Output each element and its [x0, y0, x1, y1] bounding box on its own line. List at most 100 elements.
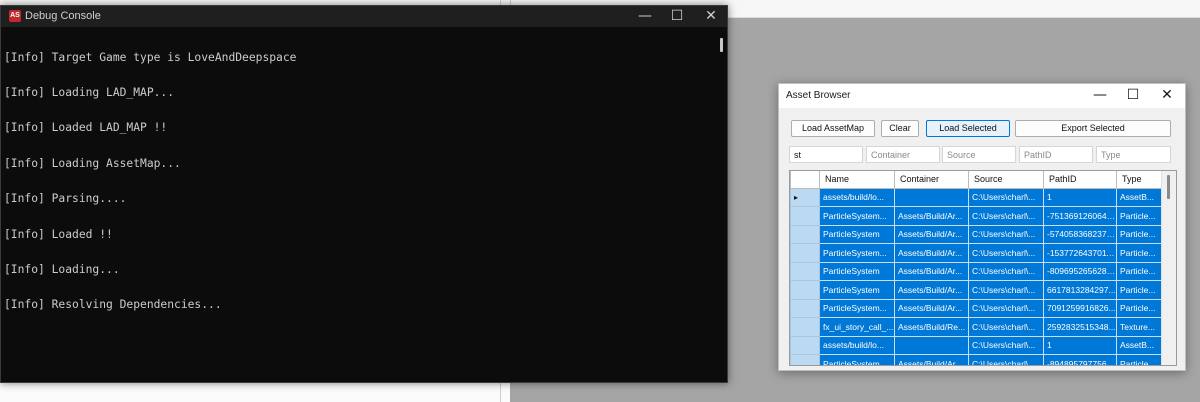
cell-source[interactable]: C:\Users\charl\... — [968, 187, 1044, 207]
pathid-filter-field[interactable] — [1024, 147, 1092, 162]
cell-container[interactable]: Assets/Build/Ar... — [894, 243, 969, 263]
cell-type[interactable]: Particle... — [1116, 224, 1162, 244]
cell-pathid[interactable]: -5740583682373... — [1043, 224, 1117, 244]
row-selector[interactable] — [790, 261, 820, 281]
cell-container[interactable]: Assets/Build/Ar... — [894, 224, 969, 244]
row-selector[interactable] — [790, 317, 820, 337]
column-header-source[interactable]: Source — [968, 171, 1044, 189]
table-row[interactable]: ParticleSystem... Assets/Build/Ar... C:\Us… — [790, 298, 1162, 318]
table-row[interactable]: assets/build/lo... C:\Users\charl\... 1 Ass… — [790, 335, 1162, 355]
container-filter-field[interactable] — [871, 147, 939, 162]
grid-scrollbar[interactable] — [1161, 171, 1176, 365]
cell-pathid[interactable]: -1537726437011... — [1043, 243, 1117, 263]
maximize-button[interactable]: ☐ — [1116, 84, 1150, 108]
maximize-button[interactable]: ☐ — [661, 6, 693, 27]
cell-pathid[interactable]: 7091259916826... — [1043, 298, 1117, 318]
type-filter-input[interactable] — [1096, 146, 1171, 163]
minimize-button[interactable]: — — [1083, 84, 1117, 108]
cell-source[interactable]: C:\Users\charl\... — [968, 261, 1044, 281]
column-header-container[interactable]: Container — [894, 171, 969, 189]
row-selector[interactable] — [790, 243, 820, 263]
cell-source[interactable]: C:\Users\charl\... — [968, 354, 1044, 365]
row-selector[interactable] — [790, 280, 820, 300]
asset-browser-titlebar[interactable]: Asset Browser — ☐ ✕ — [779, 84, 1185, 108]
row-selector[interactable] — [790, 298, 820, 318]
cell-source[interactable]: C:\Users\charl\... — [968, 224, 1044, 244]
row-selector[interactable] — [790, 224, 820, 244]
source-filter-input[interactable] — [942, 146, 1016, 163]
name-filter-value[interactable] — [794, 147, 862, 162]
table-row[interactable]: ParticleSystem Assets/Build/Ar... C:\Users… — [790, 224, 1162, 244]
table-row[interactable]: ParticleSystem... Assets/Build/Ar... C:\Us… — [790, 354, 1162, 365]
column-header-name[interactable]: Name — [819, 171, 895, 189]
cell-name[interactable]: fx_ui_story_call_... — [819, 317, 895, 337]
cell-type[interactable]: AssetB... — [1116, 187, 1162, 207]
table-row[interactable]: ParticleSystem... Assets/Build/Ar... C:\Us… — [790, 243, 1162, 263]
cell-name[interactable]: ParticleSystem... — [819, 206, 895, 226]
cell-name[interactable]: ParticleSystem... — [819, 354, 895, 365]
column-header-pathid[interactable]: PathID — [1043, 171, 1117, 189]
cell-container[interactable]: Assets/Build/Ar... — [894, 206, 969, 226]
cell-source[interactable]: C:\Users\charl\... — [968, 298, 1044, 318]
row-selector[interactable]: ▸ — [790, 187, 820, 207]
cell-container[interactable]: Assets/Build/Ar... — [894, 354, 969, 365]
cell-container[interactable]: Assets/Build/Re... — [894, 317, 969, 337]
cell-source[interactable]: C:\Users\charl\... — [968, 243, 1044, 263]
cell-pathid[interactable]: 1 — [1043, 187, 1117, 207]
cell-pathid[interactable]: -8948957977561... — [1043, 354, 1117, 365]
close-button[interactable]: ✕ — [1150, 84, 1184, 108]
cell-type[interactable]: Particle... — [1116, 261, 1162, 281]
cell-name[interactable]: ParticleSystem... — [819, 243, 895, 263]
load-selected-button[interactable]: Load Selected — [926, 120, 1010, 137]
cell-type[interactable]: AssetB... — [1116, 335, 1162, 355]
cell-container[interactable]: Assets/Build/Ar... — [894, 280, 969, 300]
row-selector[interactable] — [790, 354, 820, 365]
load-assetmap-button[interactable]: Load AssetMap — [791, 120, 875, 137]
export-selected-button[interactable]: Export Selected — [1015, 120, 1171, 137]
table-row[interactable]: fx_ui_story_call_... Assets/Build/Re... C:… — [790, 317, 1162, 337]
cell-pathid[interactable]: 6617813284297... — [1043, 280, 1117, 300]
table-row[interactable]: ▸ assets/build/lo... C:\Users\charl\... 1 As… — [790, 187, 1162, 207]
cell-source[interactable]: C:\Users\charl\... — [968, 335, 1044, 355]
cell-name[interactable]: ParticleSystem — [819, 224, 895, 244]
table-row[interactable]: ParticleSystem Assets/Build/Ar... C:\Users… — [790, 280, 1162, 300]
type-filter-field[interactable] — [1101, 147, 1170, 162]
pathid-filter-input[interactable] — [1019, 146, 1093, 163]
cell-type[interactable]: Texture... — [1116, 317, 1162, 337]
cell-name[interactable]: ParticleSystem — [819, 261, 895, 281]
source-filter-field[interactable] — [947, 147, 1015, 162]
clear-button[interactable]: Clear — [881, 120, 919, 137]
cell-type[interactable]: Particle... — [1116, 354, 1162, 365]
console-titlebar[interactable]: AS Debug Console — ☐ ✕ — [1, 6, 727, 27]
cell-type[interactable]: Particle... — [1116, 280, 1162, 300]
minimize-button[interactable]: — — [629, 6, 661, 27]
row-selector[interactable] — [790, 206, 820, 226]
asset-grid[interactable]: Name Container Source PathID Type ▸ asset… — [789, 170, 1177, 366]
cell-name[interactable]: assets/build/lo... — [819, 335, 895, 355]
cell-source[interactable]: C:\Users\charl\... — [968, 206, 1044, 226]
cell-pathid[interactable]: 2592832515348... — [1043, 317, 1117, 337]
table-row[interactable]: ParticleSystem Assets/Build/Ar... C:\Users… — [790, 261, 1162, 281]
name-filter-input[interactable] — [789, 146, 863, 163]
cell-name[interactable]: ParticleSystem... — [819, 298, 895, 318]
cell-type[interactable]: Particle... — [1116, 243, 1162, 263]
console-scrollbar[interactable] — [720, 38, 723, 52]
column-header-type[interactable]: Type — [1116, 171, 1162, 189]
cell-container[interactable] — [894, 335, 969, 355]
cell-name[interactable]: assets/build/lo... — [819, 187, 895, 207]
close-button[interactable]: ✕ — [695, 6, 727, 27]
container-filter-input[interactable] — [866, 146, 940, 163]
cell-container[interactable] — [894, 187, 969, 207]
row-selector[interactable] — [790, 335, 820, 355]
cell-container[interactable]: Assets/Build/Ar... — [894, 261, 969, 281]
table-row[interactable]: ParticleSystem... Assets/Build/Ar... C:\Us… — [790, 206, 1162, 226]
cell-pathid[interactable]: 1 — [1043, 335, 1117, 355]
cell-type[interactable]: Particle... — [1116, 298, 1162, 318]
cell-type[interactable]: Particle... — [1116, 206, 1162, 226]
cell-name[interactable]: ParticleSystem — [819, 280, 895, 300]
cell-pathid[interactable]: -8096952656285... — [1043, 261, 1117, 281]
cell-source[interactable]: C:\Users\charl\... — [968, 280, 1044, 300]
grid-scrollbar-thumb[interactable] — [1167, 175, 1170, 199]
cell-source[interactable]: C:\Users\charl\... — [968, 317, 1044, 337]
cell-container[interactable]: Assets/Build/Ar... — [894, 298, 969, 318]
